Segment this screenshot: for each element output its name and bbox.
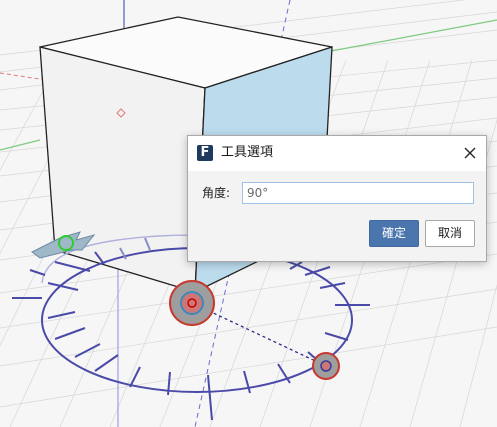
tool-options-dialog: F 工具選項 角度: 確定 取消 bbox=[187, 135, 487, 262]
close-icon[interactable] bbox=[458, 141, 482, 165]
dialog-title: 工具選項 bbox=[221, 145, 274, 160]
angle-label: 角度: bbox=[202, 186, 231, 200]
app-icon: F bbox=[197, 145, 213, 161]
angle-input[interactable] bbox=[242, 182, 474, 204]
cancel-button[interactable]: 取消 bbox=[425, 220, 475, 247]
dialog-title-bar[interactable]: F 工具選項 bbox=[188, 136, 486, 171]
rotation-pivot-handle[interactable] bbox=[169, 280, 215, 326]
dialog-content: 角度: 確定 取消 bbox=[188, 171, 486, 261]
ok-button[interactable]: 確定 bbox=[369, 220, 419, 247]
rotation-end-handle[interactable] bbox=[312, 352, 340, 380]
close-button[interactable] bbox=[458, 141, 482, 165]
